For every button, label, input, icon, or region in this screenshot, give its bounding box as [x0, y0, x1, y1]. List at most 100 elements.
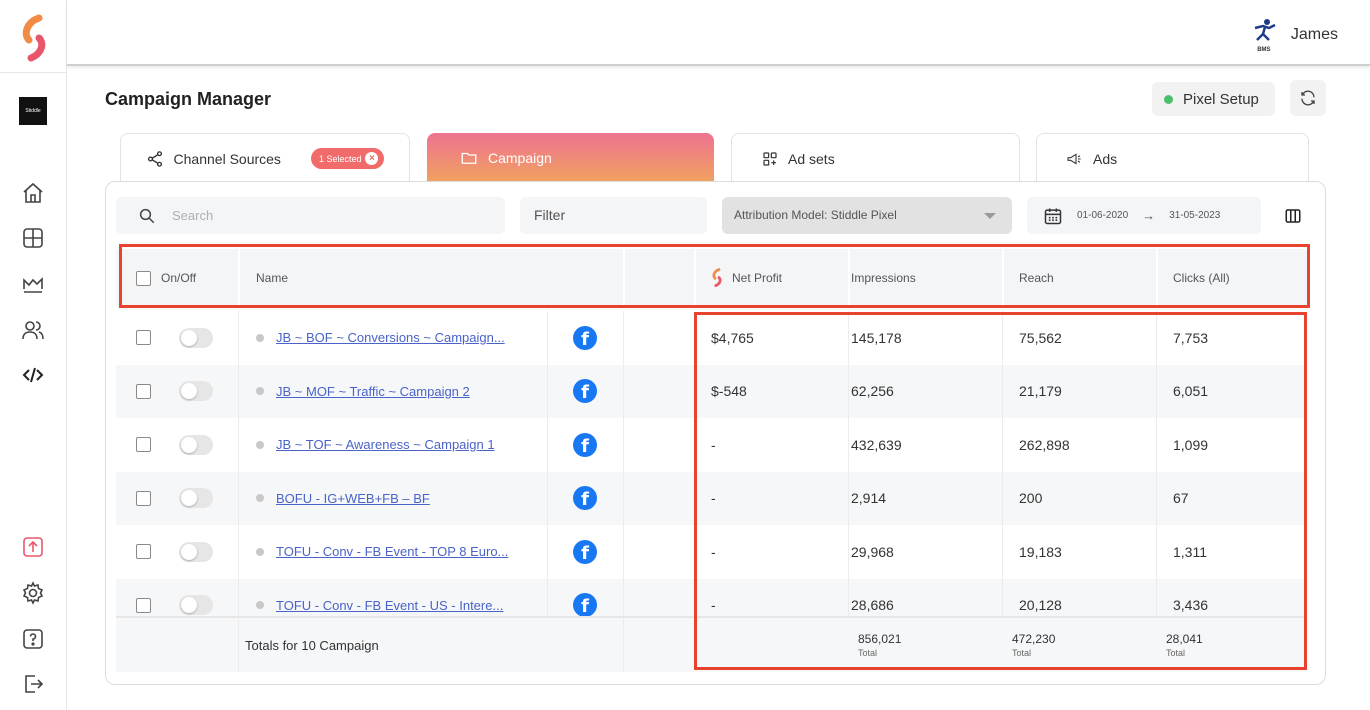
- column-divider: [547, 311, 548, 365]
- facebook-icon: f: [573, 486, 597, 511]
- selected-badge[interactable]: 1 Selected ×: [310, 148, 385, 169]
- campaign-link[interactable]: JB ~ MOF ~ Traffic ~ Campaign 2: [276, 384, 470, 399]
- column-divider: [1002, 525, 1003, 579]
- column-divider: [848, 418, 849, 472]
- search-input[interactable]: [172, 208, 472, 223]
- column-divider: [1002, 311, 1003, 365]
- stiddle-logo-icon[interactable]: [17, 14, 51, 64]
- reach-cell: 262,898: [1019, 436, 1070, 453]
- column-divider: [547, 418, 548, 472]
- on-off-toggle[interactable]: [179, 541, 213, 562]
- tab-campaign[interactable]: Campaign: [427, 133, 714, 183]
- facebook-icon: f: [573, 432, 597, 457]
- status-dot: [256, 387, 264, 396]
- user-menu[interactable]: BMS James: [1249, 18, 1338, 53]
- facebook-icon: f: [573, 539, 597, 564]
- date-range-picker[interactable]: 01-06-2020 → 31-05-2023: [1027, 197, 1261, 234]
- badge-label: 1 Selected: [318, 153, 362, 164]
- settings-gear-icon[interactable]: [21, 581, 45, 605]
- row-checkbox[interactable]: [136, 490, 151, 506]
- on-off-toggle[interactable]: [179, 434, 213, 455]
- clicks-cell: 6,051: [1173, 383, 1209, 400]
- row-checkbox[interactable]: [136, 544, 151, 560]
- header-label: Net Profit: [732, 271, 783, 285]
- select-all-checkbox[interactable]: [136, 270, 151, 286]
- campaign-link[interactable]: JB ~ BOF ~ Conversions ~ Campaign...: [276, 330, 505, 345]
- column-divider: [623, 249, 625, 307]
- table-row[interactable]: JB ~ TOF ~ Awareness ~ Campaign 1 f - 432,6…: [116, 418, 1307, 472]
- total-suffix: Total: [1166, 648, 1186, 658]
- status-dot: [256, 333, 264, 342]
- column-divider: [238, 249, 240, 307]
- net-profit-cell: -: [711, 543, 716, 560]
- column-divider: [238, 418, 239, 472]
- logout-icon[interactable]: [21, 672, 45, 696]
- header-net-profit[interactable]: Net Profit: [710, 249, 782, 307]
- on-off-toggle[interactable]: [179, 595, 213, 616]
- table-row[interactable]: JB ~ MOF ~ Traffic ~ Campaign 2 f $-548 62,…: [116, 364, 1307, 419]
- status-dot: [1164, 94, 1173, 104]
- impressions-cell: 2,914: [851, 490, 887, 507]
- row-checkbox[interactable]: [136, 330, 151, 346]
- column-divider: [623, 525, 624, 579]
- impressions-cell: 62,256: [851, 383, 894, 400]
- column-divider: [547, 525, 548, 579]
- row-checkbox[interactable]: [136, 383, 151, 399]
- search-icon: [139, 208, 155, 223]
- date-from: 01-06-2020: [1077, 210, 1129, 221]
- home-icon[interactable]: [21, 181, 45, 205]
- column-divider: [623, 364, 624, 418]
- platform-cell: f: [573, 365, 597, 419]
- help-icon[interactable]: [21, 627, 45, 651]
- column-divider: [623, 418, 624, 472]
- campaign-link[interactable]: JB ~ TOF ~ Awareness ~ Campaign 1: [276, 437, 495, 452]
- sidebar: Stiddle: [0, 0, 67, 710]
- net-profit-cell: -: [711, 436, 716, 453]
- table-row[interactable]: BOFU - IG+WEB+FB – BF f - 2,914 200 67: [116, 471, 1307, 525]
- code-icon[interactable]: [21, 363, 45, 387]
- campaign-link[interactable]: TOFU - Conv - FB Event - TOP 8 Euro...: [276, 544, 508, 559]
- attribution-model-select[interactable]: Attribution Model: Stiddle Pixel: [722, 197, 1012, 234]
- workspace-logo[interactable]: Stiddle: [19, 97, 47, 125]
- on-off-toggle[interactable]: [179, 327, 213, 348]
- header-clicks[interactable]: Clicks (All): [1173, 249, 1230, 307]
- table-row[interactable]: JB ~ BOF ~ Conversions ~ Campaign... f $4,…: [116, 311, 1307, 365]
- on-off-toggle[interactable]: [179, 381, 213, 402]
- tab-ads[interactable]: Ads: [1036, 133, 1309, 183]
- on-off-toggle[interactable]: [179, 488, 213, 509]
- row-controls: [136, 418, 213, 472]
- runner-logo-icon: [1254, 19, 1276, 41]
- search-box[interactable]: [116, 197, 505, 234]
- dashboard-icon[interactable]: [21, 226, 45, 250]
- header-reach[interactable]: Reach: [1019, 249, 1054, 307]
- platform-cell: f: [573, 525, 597, 579]
- tab-label: Ad sets: [788, 150, 835, 167]
- campaign-link[interactable]: TOFU - Conv - FB Event - US - Intere...: [276, 598, 503, 613]
- header-impressions[interactable]: Impressions: [851, 249, 916, 307]
- row-checkbox[interactable]: [136, 437, 151, 453]
- refresh-icon: [1301, 90, 1315, 106]
- filter-input[interactable]: Filter: [520, 197, 707, 234]
- row-checkbox[interactable]: [136, 597, 151, 613]
- refresh-button[interactable]: [1290, 80, 1326, 116]
- analytics-icon[interactable]: [21, 272, 45, 296]
- table-row[interactable]: TOFU - Conv - FB Event - TOP 8 Euro... f -…: [116, 525, 1307, 579]
- total-value: 472,230: [1012, 632, 1056, 646]
- column-divider: [1002, 418, 1003, 472]
- column-divider: [238, 311, 239, 365]
- upload-icon[interactable]: [21, 535, 45, 559]
- columns-button[interactable]: [1276, 199, 1310, 233]
- facebook-icon: f: [573, 379, 597, 404]
- tab-ad-sets[interactable]: Ad sets: [731, 133, 1020, 183]
- tab-channel-sources[interactable]: Channel Sources 1 Selected ×: [120, 133, 410, 183]
- header-name[interactable]: Name: [256, 249, 288, 307]
- close-icon[interactable]: ×: [365, 152, 379, 165]
- header-onoff: On/Off: [136, 249, 196, 307]
- table-header-row: On/Off Name Net Profit Impressions Reach…: [116, 249, 1307, 307]
- users-icon[interactable]: [21, 318, 45, 342]
- pixel-setup-button[interactable]: Pixel Setup: [1152, 82, 1275, 116]
- campaign-link[interactable]: BOFU - IG+WEB+FB – BF: [276, 491, 430, 506]
- column-divider: [848, 525, 849, 579]
- date-to: 31-05-2023: [1169, 210, 1221, 221]
- impressions-cell: 29,968: [851, 543, 894, 560]
